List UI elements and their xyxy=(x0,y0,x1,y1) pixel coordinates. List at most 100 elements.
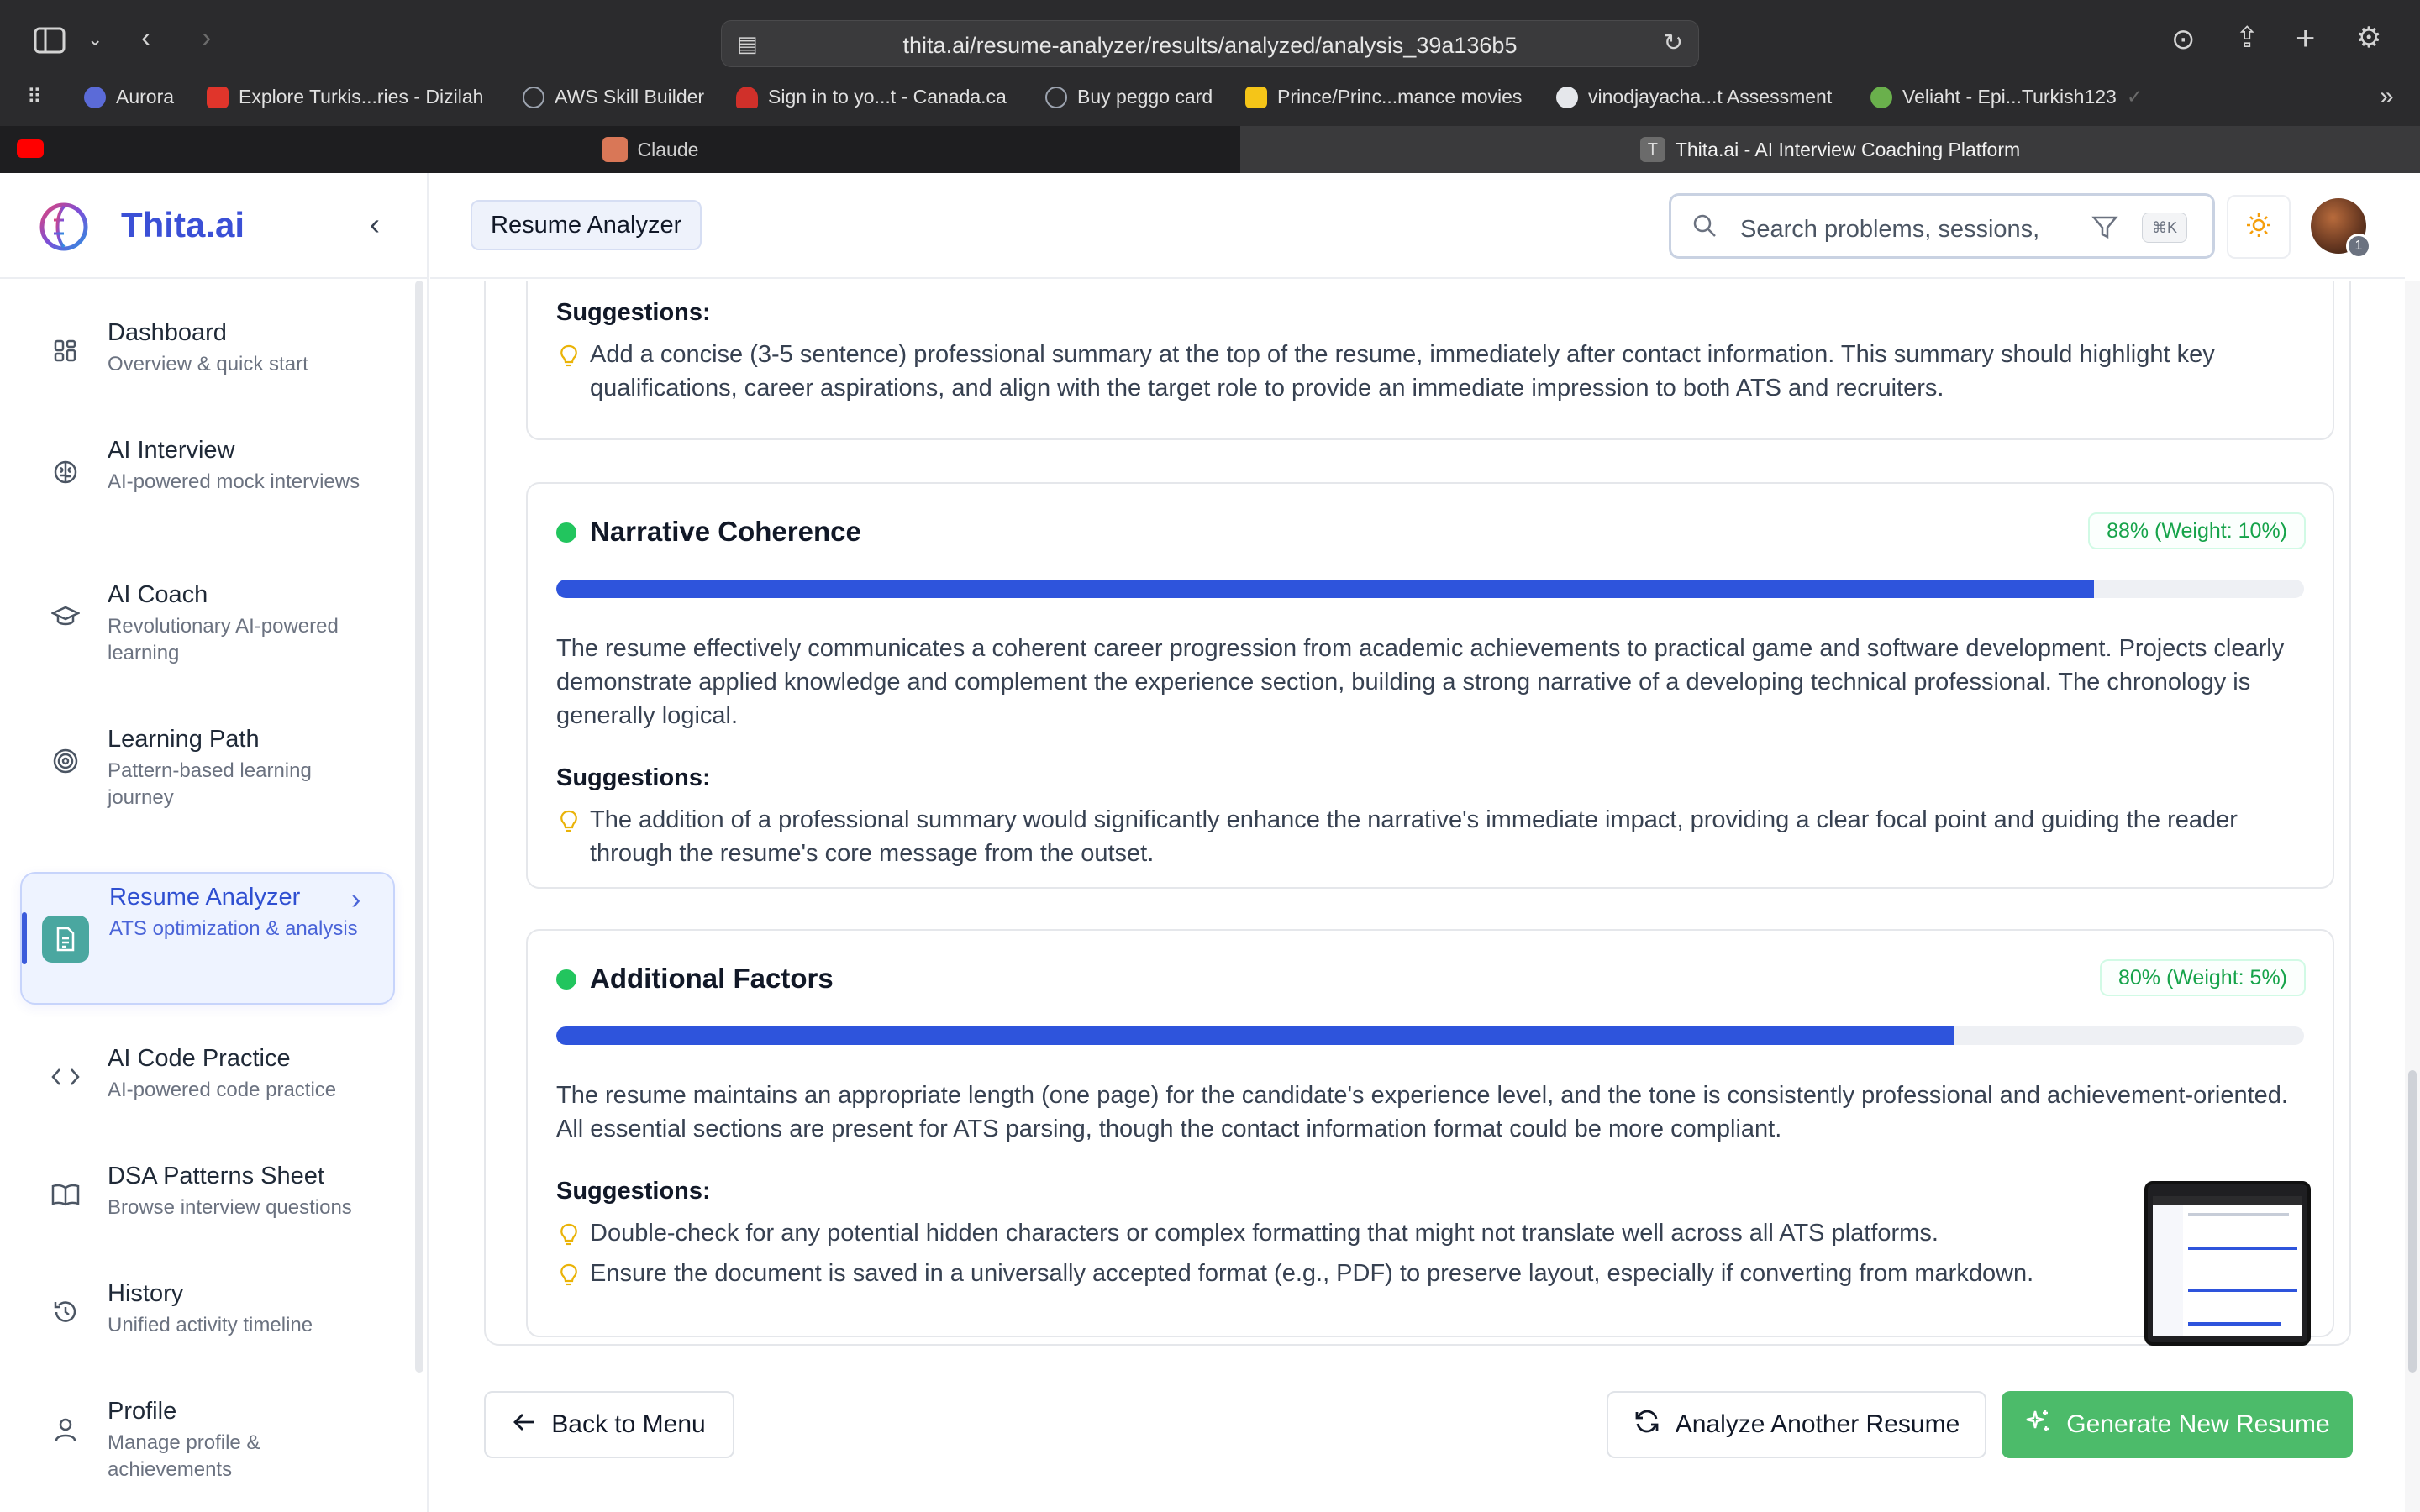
sidebar-item-ai-coach[interactable]: AI Coach Revolutionary AI-powered learni… xyxy=(20,575,395,701)
sidebar-item-title: Learning Path xyxy=(108,726,260,753)
sidebar-scrollbar[interactable] xyxy=(415,281,424,1373)
lightbulb-icon xyxy=(560,344,580,370)
thita-tab-icon: T xyxy=(1639,137,1665,162)
sidebar-item-resume-analyzer[interactable]: Resume Analyzer ATS optimization & analy… xyxy=(20,872,395,1005)
active-indicator xyxy=(22,912,27,964)
avatar[interactable]: 1 xyxy=(2311,198,2371,259)
sidebar-item-dsa-patterns[interactable]: DSA Patterns Sheet Browse interview ques… xyxy=(20,1156,395,1257)
scrollbar-thumb[interactable] xyxy=(2408,1070,2417,1373)
reload-icon[interactable]: ↻ xyxy=(1664,31,1683,55)
document-icon xyxy=(42,916,89,963)
main-content: Suggestions: Add a concise (3-5 sentence… xyxy=(430,281,2405,1512)
search-placeholder: Search problems, sessions, xyxy=(1740,216,2040,243)
chevron-down-icon[interactable]: ⌄ xyxy=(87,30,103,49)
thita-logo-icon[interactable] xyxy=(37,200,91,258)
lightbulb-icon xyxy=(560,1223,580,1248)
globe-icon xyxy=(523,86,544,108)
analyze-another-resume-button[interactable]: Analyze Another Resume xyxy=(1607,1391,1986,1458)
arrow-left-icon xyxy=(513,1410,536,1439)
sidebar-item-title: Resume Analyzer xyxy=(109,884,301,911)
download-icon[interactable]: ⊙ xyxy=(2171,25,2196,54)
address-bar[interactable]: ▤ thita.ai/resume-analyzer/results/analy… xyxy=(721,20,1699,67)
score-progress-bar xyxy=(556,580,2304,598)
lightbulb-icon xyxy=(560,1263,580,1289)
suggestions-heading: Suggestions: xyxy=(556,764,711,791)
sidebar-item-subtitle: Browse interview questions xyxy=(108,1196,352,1219)
sidebar-item-subtitle: Pattern-based learning journey xyxy=(108,759,312,809)
brand-name[interactable]: Thita.ai xyxy=(121,205,245,245)
settings-gear-icon[interactable]: ⚙ xyxy=(2356,24,2381,52)
sidebar-item-ai-interview[interactable]: AI Interview AI-powered mock interviews xyxy=(20,430,395,556)
youtube-icon[interactable] xyxy=(17,139,44,158)
generate-new-resume-button[interactable]: Generate New Resume xyxy=(2002,1391,2353,1458)
notification-badge: 1 xyxy=(2346,234,2371,259)
tab-thita[interactable]: T Thita.ai - AI Interview Coaching Platf… xyxy=(1240,126,2420,173)
search-icon xyxy=(1691,213,1718,244)
sidebar-item-subtitle: AI-powered code practice xyxy=(108,1079,337,1101)
chevron-right-icon: › xyxy=(351,884,361,916)
top-header: Resume Analyzer Search problems, session… xyxy=(430,173,2405,279)
more-bookmarks-icon[interactable]: » xyxy=(2380,84,2394,109)
new-tab-icon[interactable]: + xyxy=(2296,22,2315,55)
checkmark-icon: ✓ xyxy=(2126,86,2144,108)
back-arrow-icon[interactable]: ‹ xyxy=(141,24,150,52)
code-icon xyxy=(49,1060,82,1094)
score-progress-fill xyxy=(556,580,2095,598)
sidebar-item-history[interactable]: History Unified activity timeline xyxy=(20,1273,395,1374)
graduation-cap-icon xyxy=(49,600,82,633)
bookmark-aurora[interactable]: Aurora xyxy=(84,86,174,108)
analysis-section-card: Additional Factors 80% (Weight: 5%) The … xyxy=(526,929,2334,1337)
claude-icon xyxy=(602,137,628,162)
refresh-icon xyxy=(1634,1408,1660,1441)
browser-chrome: ⌄ ‹ › ▤ thita.ai/resume-analyzer/results… xyxy=(0,0,2420,173)
score-progress-fill xyxy=(556,1026,1954,1045)
back-to-menu-button[interactable]: Back to Menu xyxy=(484,1391,734,1458)
sidebar-item-subtitle: Manage profile & achievements xyxy=(108,1431,260,1481)
target-icon xyxy=(49,744,82,778)
app-sidebar: Thita.ai ‹ Dashboard Overview & quick st… xyxy=(0,173,429,1512)
bookmarks-bar: ⠿ Aurora Explore Turkis...ries - Dizilah… xyxy=(0,81,2420,118)
globe-icon xyxy=(1045,86,1067,108)
filter-icon[interactable] xyxy=(2091,214,2118,245)
bookmark-peggo[interactable]: Buy peggo card xyxy=(1045,86,1213,108)
section-description: The resume maintains an appropriate leng… xyxy=(556,1082,2288,1142)
main-scrollbar[interactable] xyxy=(2405,281,2420,1512)
sidebar-toggle-icon[interactable] xyxy=(34,27,66,59)
tab-claude[interactable]: Claude xyxy=(62,126,1239,173)
collapse-sidebar-icon[interactable]: ‹ xyxy=(370,207,380,242)
bookmark-aws[interactable]: AWS Skill Builder xyxy=(523,86,704,108)
imdb-icon xyxy=(1245,86,1267,108)
sidebar-item-title: AI Coach xyxy=(108,581,208,608)
apps-grid-icon[interactable]: ⠿ xyxy=(27,87,42,108)
sidebar-item-learning-path[interactable]: Learning Path Pattern-based learning jou… xyxy=(20,719,395,845)
turkey-flag-icon xyxy=(207,86,229,108)
github-icon xyxy=(1556,86,1578,108)
sparkles-icon xyxy=(2024,1408,2051,1441)
sidebar-item-profile[interactable]: Profile Manage profile & achievements xyxy=(20,1391,395,1509)
window-preview-thumbnail[interactable] xyxy=(2144,1181,2311,1346)
tab-strip: Claude T Thita.ai - AI Interview Coachin… xyxy=(0,126,2420,173)
section-title: Additional Factors xyxy=(590,963,834,994)
search-input[interactable]: Search problems, sessions, ⌘K xyxy=(1669,193,2215,259)
maple-leaf-icon xyxy=(736,86,758,108)
sidebar-item-ai-code-practice[interactable]: AI Code Practice AI-powered code practic… xyxy=(20,1038,395,1139)
sidebar-item-title: DSA Patterns Sheet xyxy=(108,1163,324,1189)
bookmark-dizilah[interactable]: Explore Turkis...ries - Dizilah xyxy=(207,86,483,108)
page-breadcrumb[interactable]: Resume Analyzer xyxy=(471,200,702,250)
forward-arrow-icon[interactable]: › xyxy=(202,24,211,52)
sidebar-item-dashboard[interactable]: Dashboard Overview & quick start xyxy=(20,312,395,413)
theme-toggle-button[interactable] xyxy=(2227,195,2291,259)
sidebar-item-title: Profile xyxy=(108,1398,177,1425)
bookmark-canada[interactable]: Sign in to yo...t - Canada.ca xyxy=(736,86,1007,108)
history-icon xyxy=(49,1295,82,1329)
suggestion-text: Add a concise (3-5 sentence) professiona… xyxy=(590,341,2215,402)
dashboard-icon xyxy=(49,334,82,368)
bookmark-github[interactable]: vinodjayacha...t Assessment xyxy=(1556,86,1832,108)
bookmark-imdb[interactable]: Prince/Princ...mance movies xyxy=(1245,86,1522,108)
user-icon xyxy=(49,1413,82,1446)
share-icon[interactable]: ⇪ xyxy=(2235,24,2260,52)
section-description: The resume effectively communicates a co… xyxy=(556,635,2285,729)
thumbnail-screen xyxy=(2153,1196,2302,1336)
aurora-icon xyxy=(84,86,106,108)
bookmark-veliaht[interactable]: Veliaht - Epi...Turkish123 ✓ xyxy=(1870,86,2143,108)
